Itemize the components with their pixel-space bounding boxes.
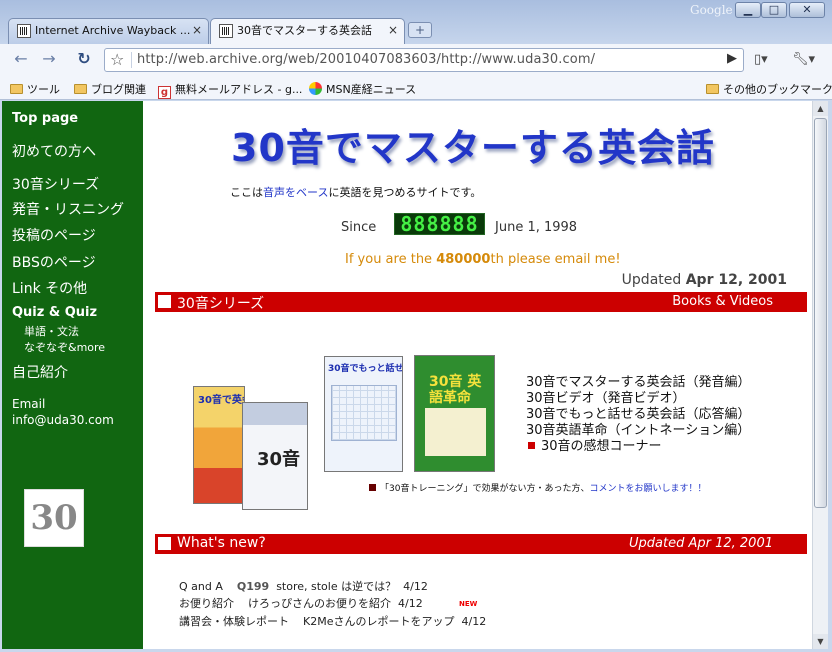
- book-cover-eigo-kakumei[interactable]: 30音 英語革命: [414, 355, 495, 472]
- forward-arrow-icon[interactable]: →: [38, 50, 60, 70]
- folder-icon: [706, 84, 719, 94]
- back-arrow-icon[interactable]: ←: [10, 50, 32, 70]
- visitor-counter: 888888: [394, 213, 485, 235]
- minimize-button[interactable]: ▁: [735, 2, 761, 18]
- training-notice: 「30音トレーニング」で効果がない方・あった方、コメントをお願いします！！: [369, 481, 706, 494]
- since-date: June 1, 1998: [495, 220, 578, 235]
- since-label: Since: [341, 220, 377, 235]
- news-item[interactable]: お便り紹介 けろっぴさんのお便りを紹介 4/12: [179, 595, 423, 611]
- tab-close-icon[interactable]: ×: [192, 19, 202, 42]
- window-titlebar: Google ▁ □ ✕ Internet Archive Wayback ..…: [0, 0, 832, 45]
- folder-icon: [74, 84, 87, 94]
- tab-label: Internet Archive Wayback ...: [35, 24, 191, 37]
- browser-toolbar: ← → ↻ ☆ http://web.archive.org/web/20010…: [0, 44, 832, 76]
- comment-link[interactable]: コメントをお願いします！！: [589, 484, 706, 494]
- news-updated: Updated Apr 12, 2001: [629, 536, 773, 551]
- feedback-corner-link[interactable]: 30音の感想コーナー: [526, 439, 751, 455]
- left-nav: Top page 初めての方へ 30音シリーズ 発音・リスニング 投稿のページ …: [2, 101, 143, 649]
- bookmark-blog[interactable]: ブログ関連: [74, 81, 146, 97]
- folder-icon: [10, 84, 23, 94]
- site-title: 30音でマスターする英会話: [231, 126, 715, 170]
- nav-quiz-vocab[interactable]: 単語・文法: [24, 323, 79, 339]
- bookmark-free-mail[interactable]: g 無料メールアドレス - g...: [158, 81, 302, 99]
- book-link-2[interactable]: 30音ビデオ（発音ビデオ）: [526, 391, 751, 407]
- tab-wayback[interactable]: Internet Archive Wayback ... ×: [8, 18, 209, 44]
- close-window-button[interactable]: ✕: [789, 2, 825, 18]
- bookmark-star-icon[interactable]: ☆: [110, 50, 124, 69]
- news-item[interactable]: 講習会・体験レポート K2Meさんのレポートをアップ 4/12: [179, 613, 486, 629]
- go-arrow-icon[interactable]: ▶: [727, 51, 737, 66]
- g-icon: g: [158, 86, 171, 99]
- reload-icon[interactable]: ↻: [73, 50, 95, 70]
- nav-quiz-riddles[interactable]: なぞなぞ&more: [24, 339, 105, 355]
- book-link-4[interactable]: 30音英語革命（イントネーション編）: [526, 423, 751, 439]
- tab-uda30[interactable]: 30音でマスターする英会話 ×: [210, 18, 405, 45]
- book-link-1[interactable]: 30音でマスターする英会話（発音編）: [526, 375, 751, 391]
- bookmarks-bar: ツール ブログ関連 g 無料メールアドレス - g... MSN産経ニュース その…: [0, 76, 832, 100]
- news-heading: What's new?: [177, 535, 266, 551]
- nav-self-intro[interactable]: 自己紹介: [12, 362, 68, 382]
- vertical-scrollbar[interactable]: ▲ ▼: [812, 101, 828, 649]
- logo-30: 30: [24, 489, 84, 547]
- bookmark-other[interactable]: その他のブックマーク: [706, 81, 832, 97]
- main-content: 30音でマスターする英会話 ここは音声をベースに英語を見つめるサイトです。 Si…: [143, 101, 812, 649]
- tab-label: 30音でマスターする英会話: [237, 24, 372, 37]
- msn-butterfly-icon: [309, 82, 322, 95]
- book-cover-training[interactable]: 30音: [242, 402, 308, 510]
- email-link[interactable]: info@uda30.com: [12, 412, 114, 428]
- nav-bbs[interactable]: BBSのページ: [12, 252, 96, 272]
- nav-top-page[interactable]: Top page: [12, 111, 78, 126]
- scroll-up-icon[interactable]: ▲: [813, 101, 828, 116]
- scroll-down-icon[interactable]: ▼: [813, 634, 828, 649]
- maximize-button[interactable]: □: [761, 2, 787, 18]
- address-bar[interactable]: ☆ http://web.archive.org/web/20010407083…: [104, 48, 744, 72]
- new-tab-button[interactable]: +: [408, 22, 432, 38]
- book-cover-1[interactable]: 30音で英会話: [193, 386, 245, 504]
- url-text[interactable]: http://web.archive.org/web/2001040708360…: [137, 52, 595, 67]
- white-square-icon: [158, 295, 171, 308]
- news-item[interactable]: Q and A Q199 store, stole は逆では？ 4/12: [179, 578, 428, 594]
- updated-date: Updated Apr 12, 2001: [621, 272, 787, 288]
- wrench-menu-icon[interactable]: 🔧︎▾: [792, 52, 815, 67]
- tagline: ここは音声をベースに英語を見つめるサイトです。: [230, 186, 482, 199]
- book-link-3[interactable]: 30音でもっと話せる英会話（応答編）: [526, 407, 751, 423]
- nav-submissions[interactable]: 投稿のページ: [12, 225, 96, 245]
- nav-links[interactable]: Link その他: [12, 278, 87, 298]
- nav-quiz[interactable]: Quiz & Quiz: [12, 305, 97, 320]
- bookmark-tools[interactable]: ツール: [10, 81, 60, 97]
- nav-30on-series[interactable]: 30音シリーズ: [12, 174, 99, 194]
- omnibox-divider: [131, 52, 132, 68]
- page-viewport: Top page 初めての方へ 30音シリーズ 発音・リスニング 投稿のページ …: [2, 101, 812, 649]
- book-cover-3[interactable]: 30音でもっと話せる英会話: [324, 356, 403, 472]
- books-videos-label: Books & Videos: [672, 294, 773, 309]
- visitor-message: If you are the 480000th please email me!: [345, 252, 621, 267]
- bookmark-msn-news[interactable]: MSN産経ニュース: [309, 81, 416, 97]
- series-heading: 30音シリーズ: [177, 296, 265, 312]
- white-square-icon: [158, 537, 171, 550]
- tab-close-icon[interactable]: ×: [388, 19, 398, 42]
- nav-beginners[interactable]: 初めての方へ: [12, 141, 96, 161]
- archive-favicon-icon: [219, 24, 233, 38]
- page-menu-icon[interactable]: ▯▾: [754, 52, 768, 67]
- nav-pronunciation[interactable]: 発音・リスニング: [12, 199, 124, 219]
- email-label: Email: [12, 397, 46, 411]
- series-header-bar: 30音シリーズ Books & Videos: [155, 292, 807, 312]
- archive-favicon-icon: [17, 24, 31, 38]
- book-list: 30音でマスターする英会話（発音編） 30音ビデオ（発音ビデオ） 30音でもっと…: [526, 375, 751, 455]
- news-header-bar: What's new? Updated Apr 12, 2001: [155, 534, 807, 554]
- scroll-thumb[interactable]: [814, 118, 827, 508]
- browser-brand: Google: [690, 3, 733, 17]
- new-badge: NEW: [459, 600, 478, 608]
